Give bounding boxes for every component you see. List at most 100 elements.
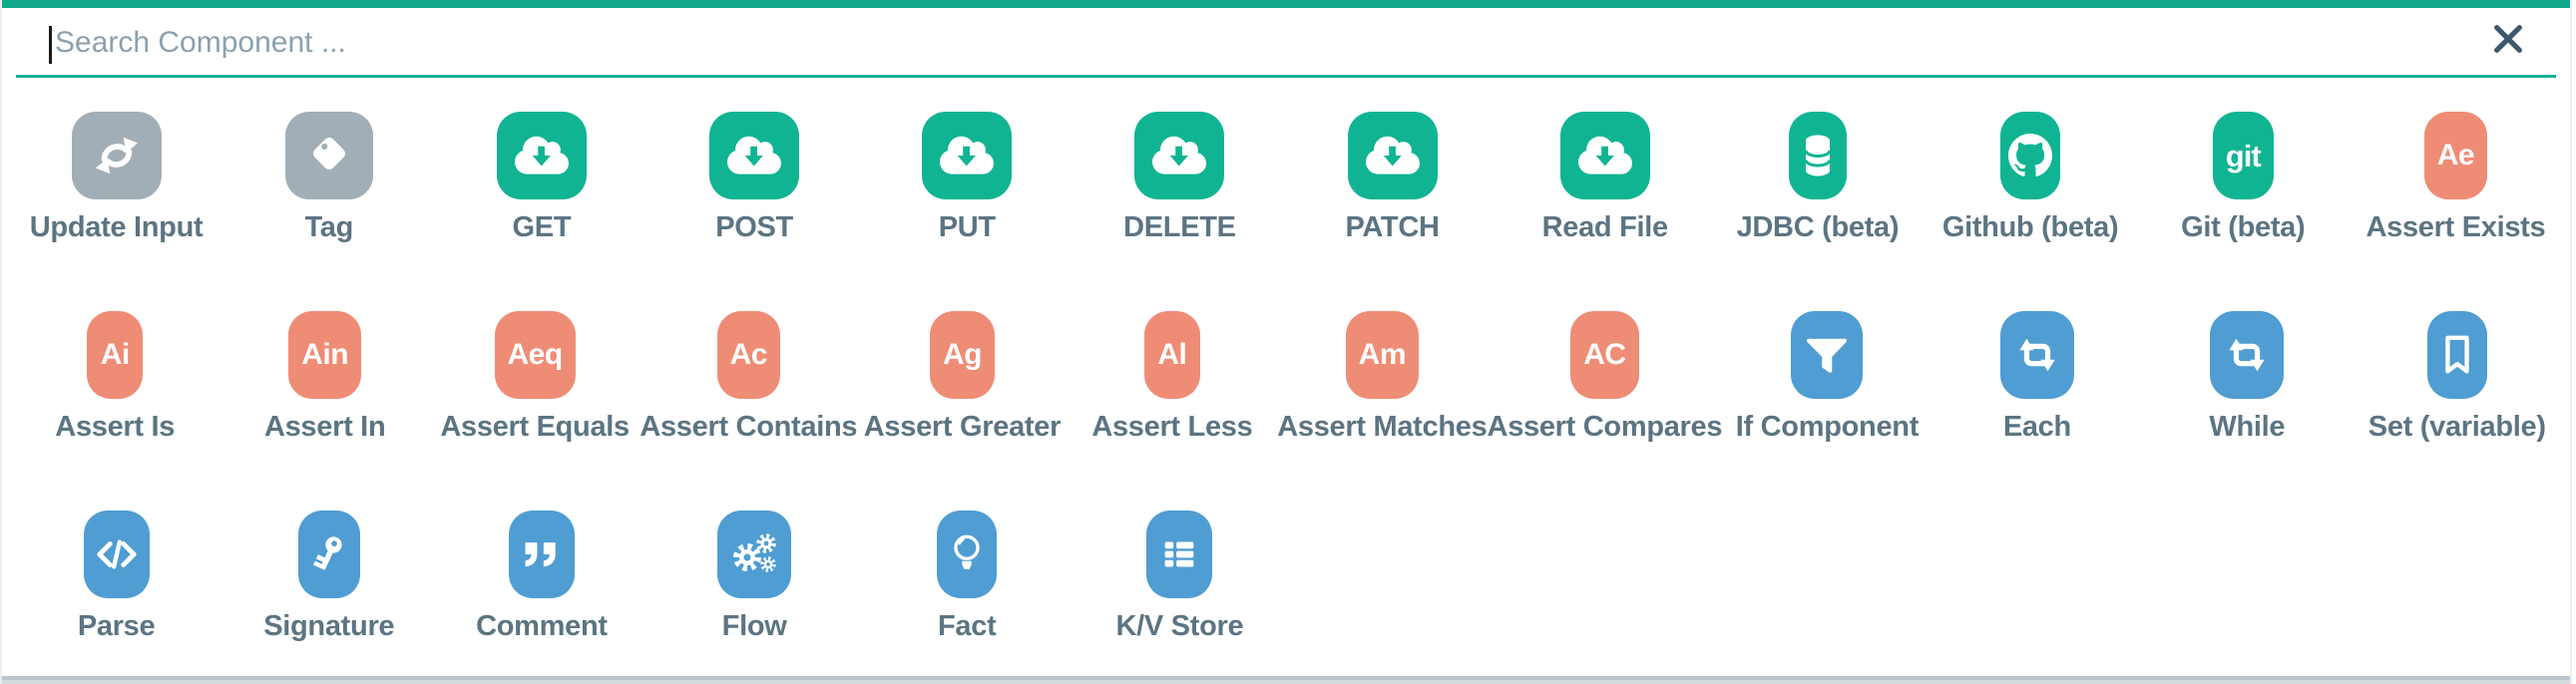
badge-letters: Ai	[101, 340, 130, 370]
component-label: Assert Equals	[440, 412, 630, 442]
component-label: Set (variable)	[2368, 412, 2546, 442]
code-icon	[93, 531, 141, 577]
quote-icon	[520, 532, 564, 576]
badge-letters: Ac	[730, 340, 767, 370]
component-row: AiAssert IsAinAssert InAeqAssert EqualsA…	[10, 277, 2562, 477]
component-icon-box	[2000, 112, 2060, 199]
cloud-download-icon	[515, 134, 569, 177]
component-label: Signature	[263, 611, 394, 641]
component-item-delete[interactable]: DELETE	[1073, 78, 1286, 277]
component-label: Tag	[304, 212, 353, 242]
key-icon	[306, 531, 352, 577]
component-label: Git (beta)	[2181, 212, 2305, 242]
component-icon-box: Al	[1144, 311, 1200, 399]
component-icon-box: Ai	[87, 311, 143, 399]
component-label: Assert Exists	[2365, 212, 2545, 242]
component-icon-box	[1146, 511, 1212, 598]
component-label: Assert Compares	[1488, 412, 1723, 442]
component-item-patch[interactable]: PATCH	[1286, 78, 1499, 277]
component-item-read-file[interactable]: Read File	[1499, 78, 1711, 277]
component-label: JDBC (beta)	[1737, 212, 1900, 242]
component-item-if-component[interactable]: If Component	[1722, 277, 1932, 477]
badge-letters: Aeq	[508, 340, 563, 370]
component-label: Comment	[476, 611, 608, 641]
badge-letters: Am	[1359, 340, 1406, 370]
component-label: Flow	[722, 611, 787, 641]
component-item-put[interactable]: PUT	[861, 78, 1073, 277]
component-icon-box: AC	[1570, 311, 1638, 399]
component-label: PUT	[939, 212, 996, 242]
component-item-comment[interactable]: Comment	[435, 477, 647, 676]
search-input[interactable]	[16, 8, 2556, 72]
component-icon-box: git	[2213, 112, 2274, 199]
component-label: Assert Is	[55, 412, 175, 442]
component-icon-box	[717, 511, 791, 598]
component-item-assert-in[interactable]: AinAssert In	[219, 277, 429, 477]
component-item-assert-matches[interactable]: AmAssert Matches	[1277, 277, 1487, 477]
component-icon-box	[1560, 112, 1650, 199]
component-icon-box: Ag	[930, 311, 995, 399]
gears-icon	[730, 530, 778, 578]
component-item-k-v-store[interactable]: K/V Store	[1073, 477, 1286, 676]
component-item-tag[interactable]: Tag	[222, 78, 435, 277]
component-icon-box: Ain	[288, 311, 361, 399]
component-icon-box	[298, 511, 360, 598]
cloud-download-icon	[940, 134, 994, 177]
dialog-top-accent-bar	[2, 0, 2570, 8]
component-icon-box	[2000, 311, 2074, 399]
badge-letters: Al	[1157, 340, 1186, 370]
component-item-update-input[interactable]: Update Input	[10, 78, 222, 277]
component-icon-box: Am	[1346, 311, 1419, 399]
component-row: Parse Signature Comment Flow Fact K/V Store	[10, 477, 2562, 676]
component-icon-box: Ae	[2424, 112, 2487, 199]
component-icon-box	[1348, 112, 1438, 199]
component-icon-box: Aeq	[495, 311, 576, 399]
component-label: Assert Contains	[640, 412, 857, 442]
component-icon-box	[2427, 311, 2487, 399]
filter-icon	[1804, 332, 1850, 378]
component-item-assert-exists[interactable]: Ae Assert Exists	[2350, 78, 2562, 277]
component-icon-box	[509, 511, 575, 598]
repeat-icon	[2013, 332, 2061, 378]
badge-letters: Ae	[2437, 141, 2474, 171]
component-item-assert-greater[interactable]: AgAssert Greater	[857, 277, 1067, 477]
component-label: GET	[513, 212, 572, 242]
component-item-each[interactable]: Each	[1932, 277, 2142, 477]
component-item-git-beta[interactable]: git Git (beta)	[2137, 78, 2350, 277]
component-icon-box: Ac	[717, 311, 780, 399]
component-item-get[interactable]: GET	[435, 78, 647, 277]
component-item-set-variable[interactable]: Set (variable)	[2353, 277, 2562, 477]
component-label: If Component	[1736, 412, 1919, 442]
component-label: Parse	[78, 611, 156, 641]
component-item-jdbc-beta[interactable]: JDBC (beta)	[1711, 78, 1924, 277]
component-item-while[interactable]: While	[2142, 277, 2352, 477]
component-label: DELETE	[1123, 212, 1236, 242]
component-item-assert-compares[interactable]: AC Assert Compares	[1488, 277, 1723, 477]
component-item-fact[interactable]: Fact	[861, 477, 1073, 676]
kv-list-icon	[1156, 531, 1202, 577]
component-item-post[interactable]: POST	[648, 78, 861, 277]
badge-letters: AC	[1583, 340, 1625, 370]
component-item-assert-is[interactable]: Ai Assert Is	[10, 277, 219, 477]
component-picker-dialog: Update Input Tag GET POST PUT DELETE PATCHRead…	[0, 0, 2572, 684]
component-item-github-beta[interactable]: Github (beta)	[1925, 78, 2137, 277]
search-bar	[16, 8, 2556, 78]
component-icon-box	[84, 511, 150, 598]
cloud-download-icon	[1152, 134, 1206, 177]
component-item-signature[interactable]: Signature	[222, 477, 435, 676]
component-item-assert-contains[interactable]: Ac Assert Contains	[640, 277, 857, 477]
component-item-assert-equals[interactable]: Aeq Assert Equals	[430, 277, 640, 477]
close-button[interactable]	[2488, 20, 2528, 60]
component-row: Update Input Tag GET POST PUT DELETE PATCHRead…	[10, 78, 2562, 277]
component-item-parse[interactable]: Parse	[10, 477, 222, 676]
component-icon-box	[937, 511, 997, 598]
component-item-flow[interactable]: Flow	[648, 477, 861, 676]
repeat-icon	[2223, 332, 2271, 378]
component-icon-box	[709, 112, 799, 199]
component-label: K/V Store	[1115, 611, 1243, 641]
component-icon-box	[1791, 311, 1863, 399]
component-item-assert-less[interactable]: AlAssert Less	[1068, 277, 1277, 477]
git-logo-text: git	[2226, 141, 2261, 171]
tag-icon	[306, 133, 352, 178]
cloud-download-icon	[727, 134, 781, 177]
